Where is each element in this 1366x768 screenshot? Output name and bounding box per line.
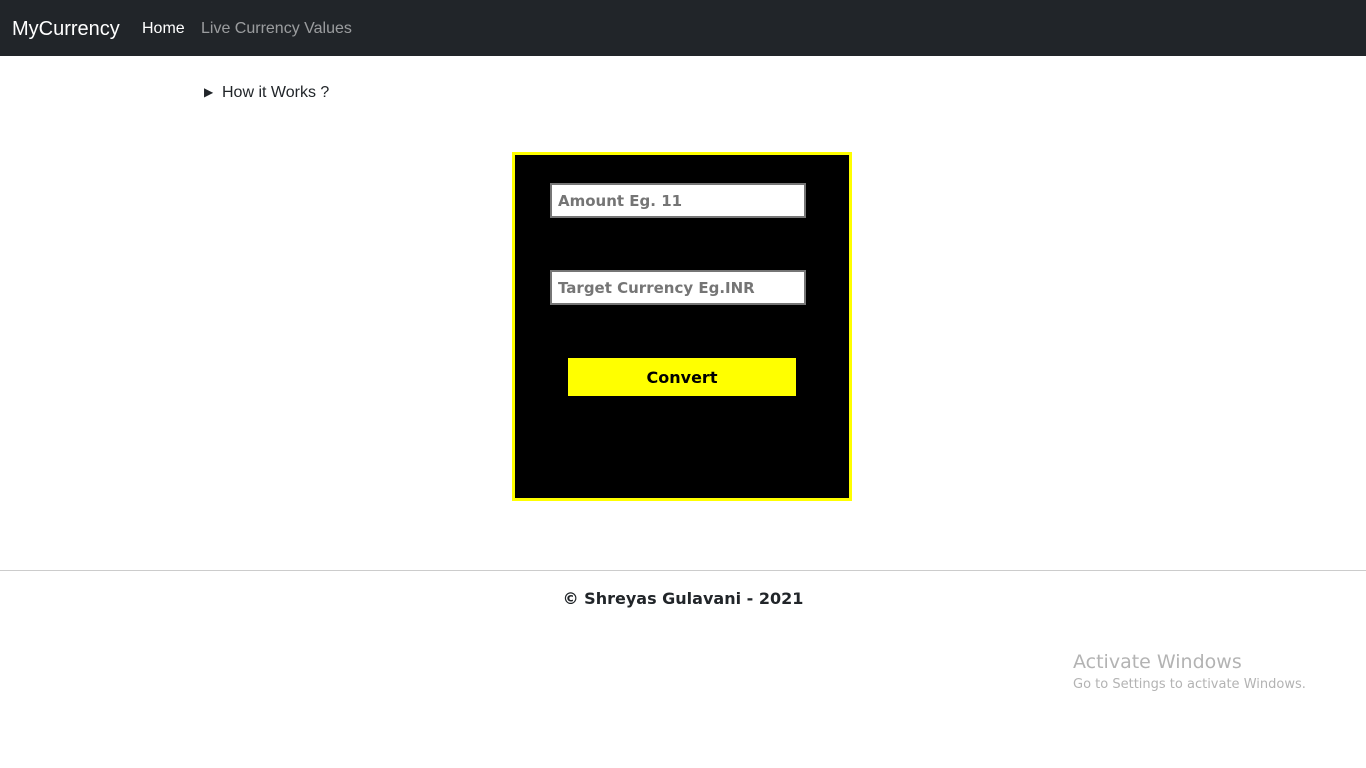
nav-link-home[interactable]: Home	[142, 19, 185, 39]
activate-windows-title: Activate Windows	[1073, 651, 1242, 673]
how-it-works-toggle[interactable]: ▶ How it Works ?	[204, 82, 329, 103]
converter-panel: Convert	[512, 152, 852, 501]
footer-copyright: © Shreyas Gulavani - 2021	[562, 589, 804, 608]
how-it-works-label: How it Works ?	[222, 84, 330, 101]
nav-link-live-currency-values[interactable]: Live Currency Values	[201, 19, 352, 39]
convert-button[interactable]: Convert	[568, 358, 796, 396]
footer-divider	[0, 570, 1366, 571]
target-currency-input[interactable]	[550, 270, 806, 305]
disclosure-triangle-icon: ▶	[204, 85, 214, 99]
navbar: MyCurrency Home Live Currency Values	[0, 0, 1366, 56]
activate-windows-subtitle: Go to Settings to activate Windows.	[1073, 677, 1306, 692]
amount-input[interactable]	[550, 183, 806, 218]
brand-link[interactable]: MyCurrency	[12, 16, 120, 42]
